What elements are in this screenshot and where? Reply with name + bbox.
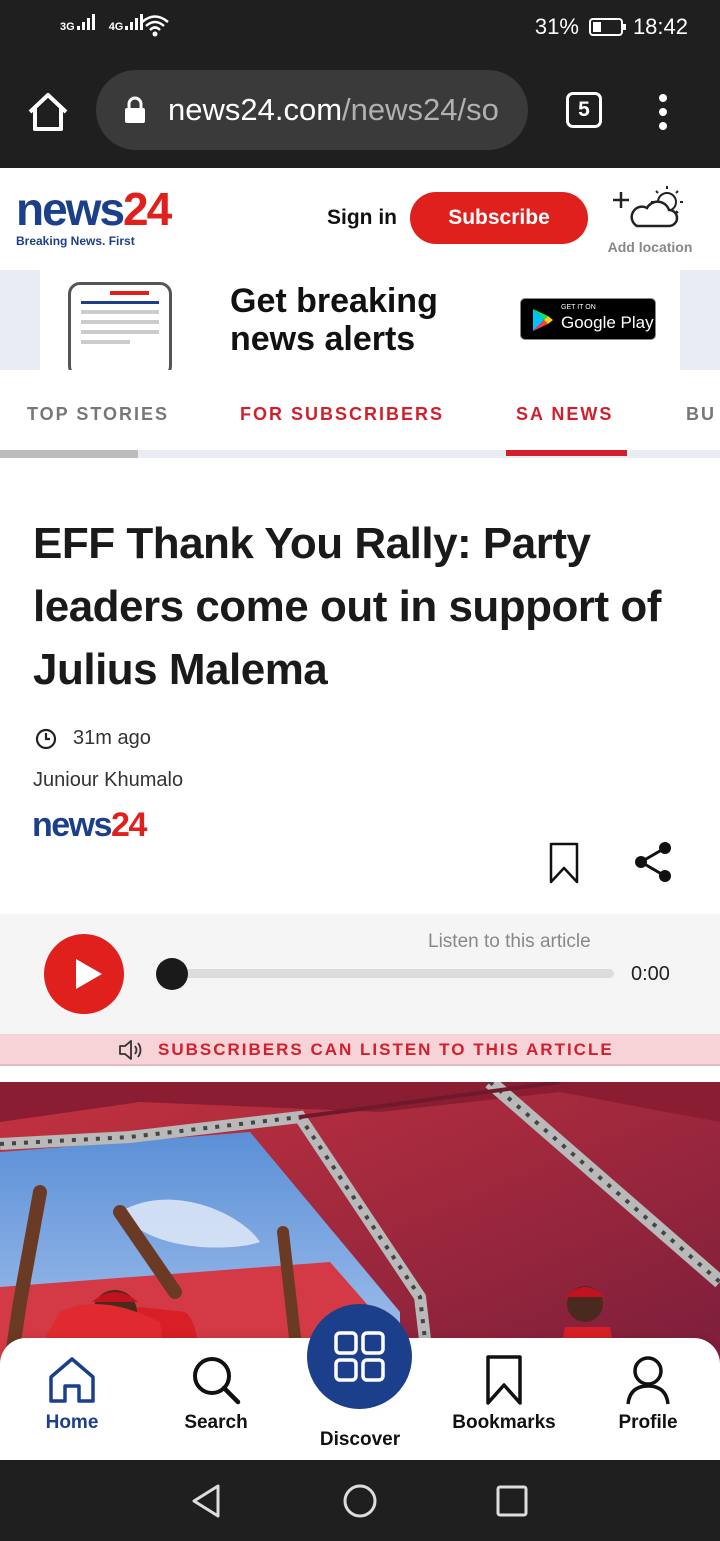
audio-player: Listen to this article 0:00 <box>0 914 720 1034</box>
profile-icon <box>626 1356 670 1405</box>
audio-progress-track[interactable] <box>172 969 614 978</box>
google-play-icon <box>533 309 553 331</box>
discover-button[interactable] <box>307 1304 412 1409</box>
active-tab-indicator <box>506 450 627 456</box>
audio-scrubber-handle[interactable] <box>156 958 188 990</box>
article-timestamp: 31m ago <box>35 727 151 750</box>
nav-search[interactable]: Search <box>146 1354 286 1434</box>
add-location-button[interactable]: Add location <box>600 180 700 255</box>
browser-toolbar: news24.com/news24/so 5 <box>0 56 720 168</box>
lock-icon <box>125 96 145 123</box>
weather-cloud-add-icon <box>613 186 683 228</box>
recents-icon[interactable] <box>494 1482 530 1520</box>
signal-3g: 3G <box>60 14 95 33</box>
home-circle-icon[interactable] <box>341 1482 379 1520</box>
clock: 18:42 <box>632 14 688 39</box>
wifi-icon <box>141 15 169 37</box>
article-headline: EFF Thank You Rally: Party leaders come … <box>33 519 661 694</box>
signal-4g: 4G <box>109 14 144 33</box>
system-navigation-bar <box>0 1460 720 1541</box>
subscribe-button[interactable]: Subscribe <box>410 192 588 244</box>
battery-icon <box>588 18 626 36</box>
home-icon[interactable] <box>26 90 70 134</box>
status-bar: 3G 4G 31% 18:42 <box>0 0 720 56</box>
article-author[interactable]: Juniour Khumalo <box>33 769 183 792</box>
app-promo-banner[interactable]: Get breaking news alerts GET IT ON Googl… <box>0 270 720 378</box>
bookmark-icon <box>486 1355 522 1405</box>
tab-switcher-button[interactable]: 5 <box>566 92 602 128</box>
address-bar[interactable]: news24.com/news24/so <box>96 70 528 150</box>
overflow-menu-icon[interactable] <box>657 94 669 134</box>
news24-logo[interactable]: news24 Breaking News. First <box>16 186 172 248</box>
subscriber-audio-notice: SUBSCRIBERS CAN LISTEN TO THIS ARTICLE <box>0 1034 720 1066</box>
phone-mockup-image <box>68 282 172 378</box>
back-icon[interactable] <box>188 1482 224 1520</box>
play-button[interactable] <box>44 934 124 1014</box>
url-text: news24.com/news24/so <box>168 92 499 127</box>
nav-bookmarks[interactable]: Bookmarks <box>434 1354 574 1434</box>
share-icon[interactable] <box>631 840 675 884</box>
google-play-badge[interactable]: GET IT ON Google Play <box>520 298 656 340</box>
audio-duration: 0:00 <box>631 963 670 985</box>
speaker-icon <box>119 1040 142 1060</box>
tab-business[interactable]: BU <box>686 404 716 425</box>
battery-percent: 31% <box>534 14 579 39</box>
signal-indicators: 3G 4G <box>60 14 144 33</box>
tab-top-stories[interactable]: TOP STORIES <box>27 404 169 425</box>
promo-headline: Get breaking news alerts <box>230 282 438 358</box>
search-icon <box>193 1357 241 1405</box>
tabs-scroll-thumb[interactable] <box>0 450 138 458</box>
source-logo: news24 <box>32 806 147 844</box>
logo-tagline: Breaking News. First <box>16 234 135 248</box>
section-tabs: TOP STORIES FOR SUBSCRIBERS SA NEWS BU <box>0 370 720 460</box>
listen-label: Listen to this article <box>428 931 591 952</box>
sign-in-link[interactable]: Sign in <box>327 206 397 230</box>
site-header: news24 Breaking News. First Sign in Subs… <box>0 168 720 270</box>
grid-icon <box>334 1331 385 1382</box>
nav-profile[interactable]: Profile <box>578 1354 718 1434</box>
home-icon <box>49 1357 95 1403</box>
tab-for-subscribers[interactable]: FOR SUBSCRIBERS <box>240 404 444 425</box>
tab-sa-news[interactable]: SA NEWS <box>516 404 613 425</box>
clock-icon <box>35 728 57 749</box>
nav-home[interactable]: Home <box>2 1354 142 1434</box>
bookmark-icon[interactable] <box>548 842 580 884</box>
